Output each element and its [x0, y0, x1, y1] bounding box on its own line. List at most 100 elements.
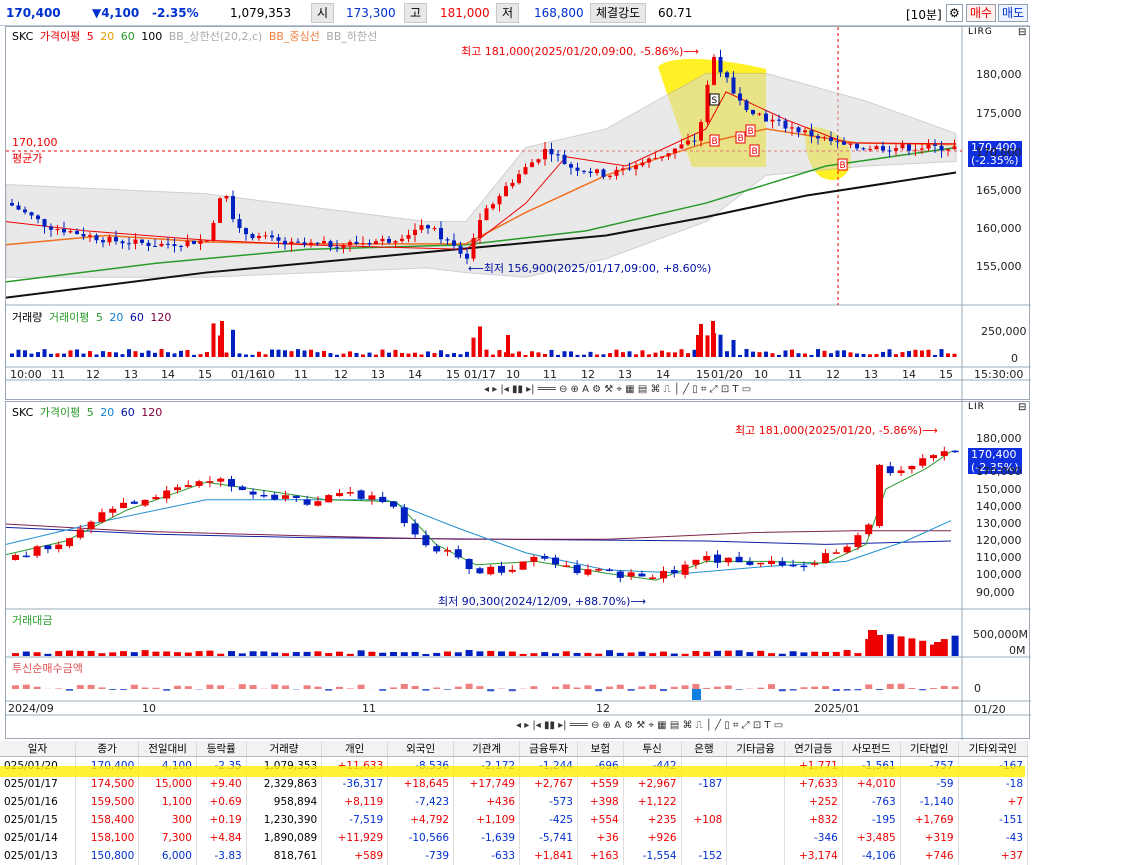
daily-legend: SKC 가격이평 5 20 60 120 [12, 404, 165, 420]
column-header[interactable]: 거래량 [246, 741, 322, 757]
candle [854, 535, 861, 547]
volume-bar [803, 354, 807, 357]
interval-select[interactable]: [10분] [906, 6, 942, 23]
amount-bar [185, 653, 192, 656]
volume-bar [82, 354, 86, 357]
candle [400, 239, 404, 241]
candle [768, 561, 775, 564]
candle [217, 479, 224, 482]
candle [894, 148, 898, 150]
volume-bar [621, 352, 625, 357]
column-header[interactable]: 전일대비 [139, 741, 197, 757]
table-cell: +8,119 [322, 793, 388, 811]
vol-ma60-label: 60 [130, 311, 144, 324]
table-cell: -1,639 [454, 829, 520, 847]
amount-bar [530, 653, 537, 656]
table-cell: +37 [958, 847, 1027, 865]
table-row[interactable]: 025/01/16159,5001,100+0.69958,894+8,119-… [0, 793, 1028, 811]
table-cell: -43 [958, 829, 1027, 847]
table-cell: +832 [784, 811, 842, 829]
column-header[interactable]: 외국인 [388, 741, 454, 757]
table-cell: +4,792 [388, 811, 454, 829]
daily-chart-panel[interactable]: SKC 가격이평 5 20 60 120 최고 181,000(2025/01/… [5, 401, 1030, 739]
volume-bar [556, 355, 560, 357]
table-row[interactable]: 025/01/15158,400300+0.191,230,390-7,519+… [0, 811, 1028, 829]
candle [446, 239, 450, 240]
signal-label: B [748, 127, 754, 137]
candle [316, 243, 320, 244]
volume-bar [23, 350, 27, 357]
table-row[interactable]: 025/01/17174,50015,000+9.402,329,863-36,… [0, 775, 1028, 793]
candle [348, 242, 352, 245]
column-header[interactable]: 기타금융 [727, 741, 785, 757]
buy-button[interactable]: 매수 [966, 4, 996, 22]
chart-toolbar[interactable]: ◂ ▸ |◂ ▮▮ ▸| ═══ ⊖ ⊕ A ⚙ ⚒ ⌖ ▦ ▤ ⌘ ⎍ │ ╱… [516, 720, 783, 734]
table-cell: 159,500 [75, 793, 138, 811]
time-tick: 12 [826, 368, 840, 381]
close-icon[interactable]: ⊟ [1018, 402, 1026, 413]
column-header[interactable]: 사모펀드 [842, 741, 900, 757]
column-header[interactable]: 은행 [681, 741, 727, 757]
bb-upper-label: BB_상한선(20,2,c) [169, 30, 263, 43]
low-price: 168,800 [534, 6, 584, 20]
candle [706, 85, 710, 122]
time-tick: 14 [902, 368, 916, 381]
column-header[interactable]: 기관계 [454, 741, 520, 757]
volume-bar [537, 352, 541, 357]
corner-buttons[interactable]: LIRG [968, 27, 993, 37]
column-header[interactable]: 등락률 [196, 741, 246, 757]
candle [800, 566, 807, 568]
chart-toolbar[interactable]: ◂ ▸ |◂ ▮▮ ▸| ═══ ⊖ ⊕ A ⚙ ⚒ ⌖ ▦ ▤ ⌘ ⎍ │ ╱… [484, 384, 751, 398]
column-header[interactable]: 일자 [0, 741, 75, 757]
column-header[interactable]: 투신 [623, 741, 681, 757]
inst-bar [660, 689, 667, 691]
volume-bar [849, 352, 853, 357]
column-header[interactable]: 금융투자 [520, 741, 578, 757]
amount-bar [401, 652, 408, 656]
table-cell: 158,400 [75, 811, 138, 829]
inst-bar [466, 684, 473, 689]
candle [803, 130, 807, 132]
table-cell: -739 [388, 847, 454, 865]
column-header[interactable]: 개인 [322, 741, 388, 757]
gear-icon[interactable]: ⚙ [946, 4, 963, 22]
candle [487, 567, 494, 574]
column-header[interactable]: 종가 [75, 741, 138, 757]
table-row[interactable]: 025/01/14158,1007,300+4.841,890,089+11,9… [0, 829, 1028, 847]
inst-label: 투신순매수금액 [12, 660, 83, 676]
corner-buttons[interactable]: LIR [968, 402, 985, 412]
candle [621, 168, 625, 169]
table-cell: -573 [520, 793, 578, 811]
column-header[interactable]: 기타법인 [900, 741, 958, 757]
table-cell: 7,300 [139, 829, 197, 847]
candle [10, 203, 14, 205]
candle [509, 570, 516, 572]
table-cell: -763 [842, 793, 900, 811]
candle [537, 159, 541, 162]
inst-bar [347, 688, 354, 689]
amount-bar [476, 651, 483, 656]
candle [322, 241, 326, 243]
intraday-chart[interactable]: SBBBBB [6, 27, 1031, 401]
volume-bar [407, 354, 411, 357]
ma20-label: 20 [100, 406, 114, 419]
amount-bar [584, 653, 591, 656]
daily-chart[interactable] [6, 402, 1031, 740]
column-header[interactable]: 연기금등 [784, 741, 842, 757]
candle [420, 225, 424, 230]
table-row[interactable]: 025/01/13150,8006,000-3.83818,761+589-73… [0, 847, 1028, 865]
current-price: 170,400 [6, 6, 61, 20]
amount-bar [444, 651, 451, 656]
sell-button[interactable]: 매도 [998, 4, 1028, 22]
column-header[interactable]: 기타외국인 [958, 741, 1027, 757]
table-cell: 2,329,863 [246, 775, 322, 793]
volume-bar [641, 350, 645, 357]
inst-bar [736, 689, 743, 690]
inst-bar [422, 689, 429, 691]
table-cell: +398 [577, 793, 623, 811]
intraday-chart-panel[interactable]: SBBBBB SKC 가격이평 5 20 60 100 BB_상한선(20,2,… [5, 26, 1030, 400]
amount-bar [77, 651, 84, 656]
ma60-label: 60 [121, 406, 135, 419]
close-icon[interactable]: ⊟ [1018, 27, 1026, 38]
column-header[interactable]: 보험 [577, 741, 623, 757]
